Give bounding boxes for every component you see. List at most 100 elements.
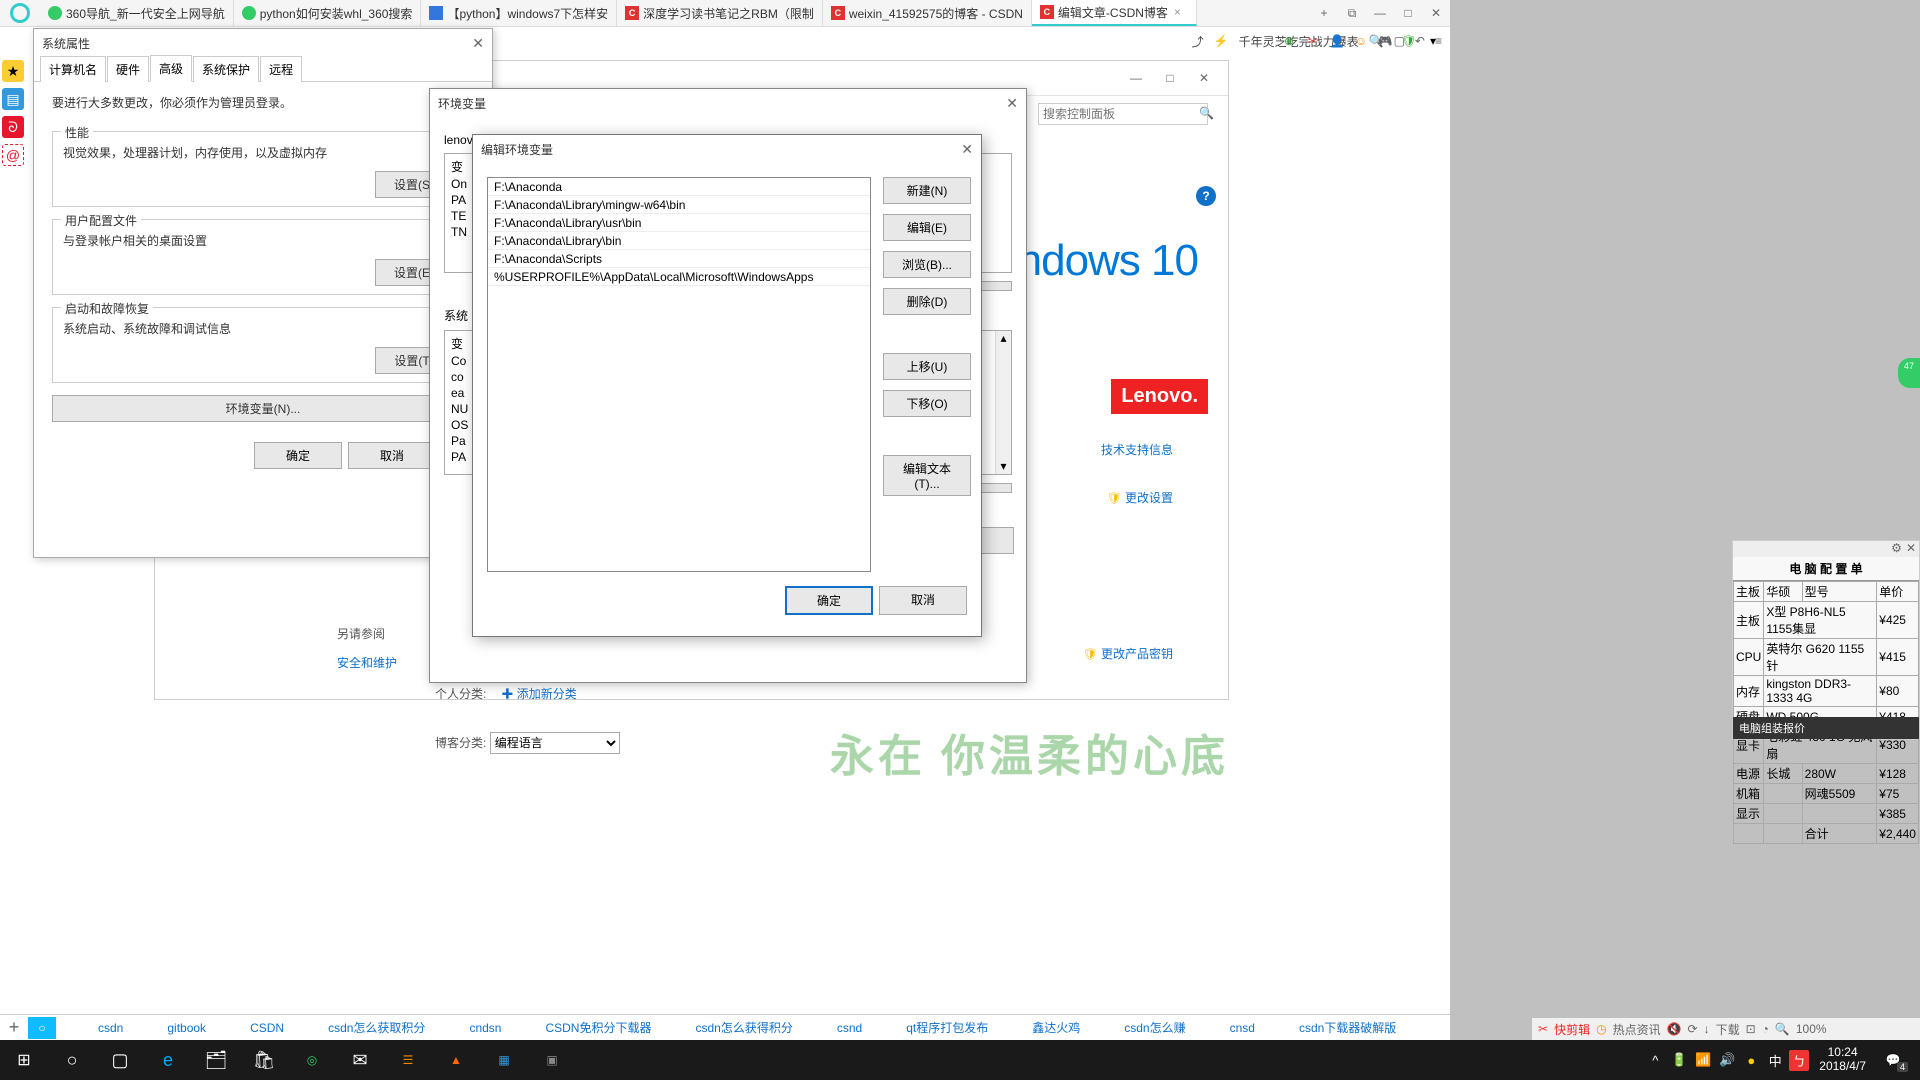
path-item[interactable]: F:\Anaconda\Library\usr\bin	[488, 214, 870, 232]
minimize-button[interactable]: —	[1366, 3, 1394, 23]
path-item[interactable]: F:\Anaconda\Scripts	[488, 250, 870, 268]
download-icon[interactable]: ↓	[1704, 1022, 1710, 1036]
tab-4[interactable]: Cweixin_41592575的博客 - CSDN	[823, 0, 1032, 26]
new-button[interactable]: 新建(N)	[883, 177, 971, 204]
bottom-link[interactable]: CSDN	[250, 1021, 284, 1035]
close-icon[interactable]: ✕	[472, 35, 484, 52]
ok-button[interactable]: 确定	[785, 586, 873, 615]
tab-5[interactable]: C编辑文章-CSDN博客×	[1032, 0, 1197, 26]
cancel-button[interactable]: 取消	[879, 586, 967, 615]
taskview-button[interactable]: ▢	[96, 1040, 144, 1080]
quickcut-label[interactable]: 快剪辑	[1554, 1021, 1590, 1038]
delete-button[interactable]: 删除(D)	[883, 288, 971, 315]
cp-minimize[interactable]: —	[1122, 68, 1150, 88]
chevron-icon[interactable]: ▾	[1424, 34, 1442, 48]
cut-icon[interactable]: ✂	[1538, 1022, 1548, 1036]
notifications-button[interactable]: 💬4	[1876, 1046, 1910, 1074]
app3-icon[interactable]: ▣	[528, 1040, 576, 1080]
help-icon[interactable]: ?	[1196, 186, 1216, 206]
new-tab-button[interactable]: +	[1310, 3, 1338, 23]
security-link[interactable]: 安全和维护	[337, 654, 397, 671]
change-key-link[interactable]: 🛡更改产品密钥	[1083, 645, 1173, 662]
tab-0[interactable]: 360导航_新一代安全上网导航	[40, 0, 234, 26]
tab-3[interactable]: C深度学习读书笔记之RBM（限制	[617, 0, 823, 26]
bottom-link[interactable]: 鑫达火鸡	[1032, 1019, 1080, 1036]
move-down-button[interactable]: 下移(O)	[883, 390, 971, 417]
move-up-button[interactable]: 上移(U)	[883, 353, 971, 380]
popup-footer[interactable]: 电脑组装报价	[1733, 717, 1919, 739]
cp-maximize[interactable]: □	[1156, 68, 1184, 88]
bottom-link[interactable]: csnd	[837, 1021, 862, 1035]
bottom-link[interactable]: csdn	[98, 1021, 123, 1035]
bottom-link[interactable]: csdn怎么获取积分	[328, 1019, 425, 1036]
tab-2[interactable]: 【python】windows7下怎样安	[421, 0, 617, 26]
bottom-link[interactable]: qt程序打包发布	[906, 1019, 988, 1036]
ok-button[interactable]: 确定	[254, 442, 342, 469]
scrollbar[interactable]: ▴▾	[995, 331, 1011, 474]
close-icon[interactable]: ✕	[1006, 95, 1018, 112]
restore-button[interactable]: ⧉	[1338, 3, 1366, 23]
edit-button[interactable]: 编辑(E)	[883, 214, 971, 241]
tab-protection[interactable]: 系统保护	[193, 56, 259, 82]
tech-support-link[interactable]: 技术支持信息	[1101, 441, 1173, 458]
browse-button[interactable]: 浏览(B)...	[883, 251, 971, 278]
hotnews-label[interactable]: 热点资讯	[1613, 1021, 1661, 1038]
close-button[interactable]: ✕	[1422, 3, 1450, 23]
sogou-icon[interactable]: ㄅ	[1789, 1050, 1809, 1071]
path-item[interactable]: F:\Anaconda\Library\mingw-w64\bin	[488, 196, 870, 214]
download-label[interactable]: 下载	[1716, 1021, 1740, 1038]
ime-icon[interactable]: 中	[1765, 1051, 1785, 1070]
game-icon[interactable]: 🎮	[1376, 34, 1394, 48]
bottom-link[interactable]: gitbook	[167, 1021, 206, 1035]
tray-icon[interactable]: ●	[1741, 1053, 1761, 1068]
clock[interactable]: 10:242018/4/7	[1813, 1046, 1872, 1074]
popup-close-icon[interactable]: ✕	[1906, 541, 1916, 557]
tab-1[interactable]: python如何安装whl_360搜索	[234, 0, 422, 26]
mute-icon[interactable]: 🔇	[1667, 1022, 1682, 1036]
close-icon[interactable]: ✕	[961, 141, 973, 158]
bottom-link[interactable]: cnsd	[1230, 1021, 1255, 1035]
edit-text-button[interactable]: 编辑文本(T)...	[883, 455, 971, 496]
scissors-icon[interactable]: ✂	[1304, 34, 1322, 48]
at-icon[interactable]: @	[2, 144, 24, 166]
app-icon[interactable]: ☰	[384, 1040, 432, 1080]
tab-hardware[interactable]: 硬件	[107, 56, 149, 82]
path-listbox[interactable]: F:\Anaconda F:\Anaconda\Library\mingw-w6…	[487, 177, 871, 572]
popup-settings-icon[interactable]: ⚙	[1891, 541, 1902, 557]
maximize-button[interactable]: □	[1394, 3, 1422, 23]
cancel-button[interactable]: 取消	[348, 442, 436, 469]
wifi-icon[interactable]: ⟳	[1688, 1022, 1698, 1036]
battery-icon[interactable]: 🔋	[1669, 1052, 1689, 1068]
zoom-icon[interactable]: 🔍	[1775, 1022, 1790, 1036]
tab-computername[interactable]: 计算机名	[40, 56, 106, 82]
plus-icon[interactable]: ⊕	[1280, 34, 1298, 48]
env-vars-button[interactable]: 环境变量(N)...	[52, 395, 474, 422]
share-icon[interactable]: ⤴	[1192, 33, 1204, 50]
add-bookmark-button[interactable]: +	[0, 1017, 28, 1038]
matlab-icon[interactable]: ▲	[432, 1040, 480, 1080]
face-icon[interactable]: ☺	[1352, 34, 1370, 48]
volume-icon[interactable]: 🔊	[1717, 1052, 1737, 1068]
app2-icon[interactable]: ▦	[480, 1040, 528, 1080]
edge-icon[interactable]: e	[144, 1040, 192, 1080]
path-item[interactable]: F:\Anaconda\Library\bin	[488, 232, 870, 250]
bottom-link[interactable]: cndsn	[469, 1021, 501, 1035]
favorite-icon[interactable]: ★	[2, 60, 24, 82]
cortana-button[interactable]: ○	[48, 1040, 96, 1080]
side-badge[interactable]: 47	[1898, 358, 1920, 388]
bottom-link[interactable]: CSDN免积分下载器	[545, 1019, 651, 1036]
add-category-link[interactable]: ✚ 添加新分类	[501, 687, 576, 701]
path-item[interactable]: F:\Anaconda	[488, 178, 870, 196]
wifi-icon[interactable]: 📶	[1693, 1052, 1713, 1068]
cp-search-input[interactable]	[1038, 103, 1208, 125]
start-button[interactable]: ⊞	[0, 1040, 48, 1080]
tray-expand-icon[interactable]: ^	[1645, 1053, 1665, 1068]
bolt-icon[interactable]: ⚡	[1214, 34, 1229, 48]
search-box-icon[interactable]: ○	[28, 1017, 56, 1039]
blog-category-select[interactable]: 编程语言	[490, 732, 620, 754]
bottom-link[interactable]: csdn怎么获得积分	[695, 1019, 792, 1036]
person-icon[interactable]: 👤	[1328, 34, 1346, 48]
pip-icon[interactable]: ⊡	[1746, 1022, 1756, 1036]
browser360-icon[interactable]: ◎	[288, 1040, 336, 1080]
mail-icon[interactable]: ✉	[336, 1040, 384, 1080]
